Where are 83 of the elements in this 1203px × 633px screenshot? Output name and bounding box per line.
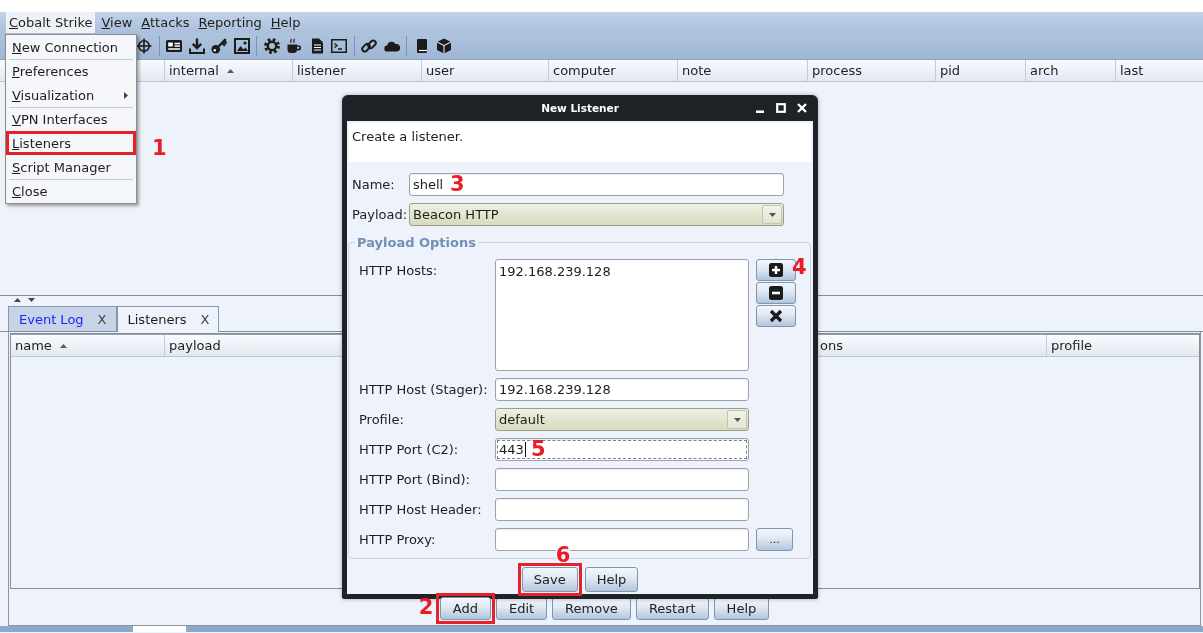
menu-bar-item[interactable]: Cobalt Strike	[6, 12, 96, 33]
tab-close-button[interactable]: X	[200, 312, 210, 327]
menu-bar-item[interactable]: View	[98, 12, 136, 33]
remove-button[interactable]	[756, 282, 796, 304]
gear-icon[interactable]	[263, 38, 280, 54]
button[interactable]: Edit	[495, 597, 548, 620]
image-icon[interactable]	[233, 38, 250, 54]
id-card-icon[interactable]	[166, 38, 182, 54]
close-icon[interactable]	[797, 103, 807, 113]
tab-close-button[interactable]: X	[97, 311, 107, 327]
button[interactable]: Add	[439, 597, 491, 620]
coffee-cup-icon[interactable]	[286, 38, 302, 54]
field-label: HTTP Port (Bind):	[359, 472, 471, 487]
menu-item[interactable]: Script Manager	[6, 155, 136, 179]
download-icon[interactable]	[188, 38, 205, 54]
collapse-up-icon[interactable]	[14, 298, 21, 302]
button[interactable]: Help	[713, 597, 770, 620]
minus-icon	[769, 286, 783, 300]
text-field[interactable]: 192.168.239.128	[495, 378, 749, 401]
text-cursor-icon	[524, 442, 526, 457]
menu-item[interactable]: Close	[6, 179, 136, 203]
annotation-number: 2	[418, 597, 434, 618]
column-header[interactable]: internal	[164, 60, 292, 81]
field-label: Name:	[351, 177, 396, 192]
x-mark-icon	[769, 309, 783, 323]
menu-item[interactable]: Listeners	[6, 131, 136, 155]
text-field[interactable]	[495, 468, 749, 491]
menu-bar-item[interactable]: Attacks	[138, 12, 193, 33]
browse-button[interactable]: ...	[756, 528, 793, 551]
key-icon[interactable]	[211, 38, 227, 54]
annotation-number: 6	[555, 548, 571, 563]
expand-down-icon[interactable]	[28, 298, 35, 302]
menu-item[interactable]: VPN Interfaces	[6, 107, 136, 131]
column-header[interactable]: profile	[1046, 335, 1199, 356]
crosshair-icon[interactable]	[136, 38, 152, 54]
sort-ascending-icon	[226, 68, 234, 73]
column-header[interactable]: user	[421, 60, 548, 81]
maximize-icon[interactable]	[776, 103, 786, 113]
annotation-number: 3	[450, 174, 465, 195]
column-header[interactable]: arch	[1025, 60, 1115, 81]
menu-bar-item[interactable]: Help	[267, 12, 304, 33]
annotation-number: 4	[792, 257, 807, 278]
terminal-icon[interactable]	[331, 38, 347, 54]
button[interactable]: Help	[584, 567, 639, 592]
field-label: Profile:	[359, 412, 405, 427]
field-label: Payload:	[351, 207, 409, 222]
column-header[interactable]: listener	[292, 60, 421, 81]
dialog-description: Create a listener.	[352, 129, 464, 144]
menu-bar-item[interactable]: Reporting	[195, 12, 265, 33]
field-label: HTTP Proxy:	[359, 532, 437, 547]
dialog-title: New Listener	[541, 102, 619, 114]
dropdown[interactable]: default	[495, 408, 749, 431]
button[interactable]: Save	[521, 567, 578, 592]
plus-icon	[769, 263, 783, 277]
column-header[interactable]: process	[807, 60, 935, 81]
column-header[interactable]: pid	[935, 60, 1025, 81]
clear-button[interactable]	[756, 305, 796, 327]
text-field[interactable]	[495, 498, 749, 521]
annotation-number: 5	[531, 439, 546, 460]
menu-item[interactable]: Preferences	[6, 59, 136, 83]
field-label: HTTP Host Header:	[359, 502, 483, 517]
tab[interactable]: Event Log X	[8, 306, 117, 331]
list-item[interactable]: 192.168.239.128	[499, 263, 745, 281]
sort-ascending-icon	[59, 343, 67, 348]
button[interactable]: Restart	[635, 597, 709, 620]
list-field[interactable]: 192.168.239.128	[495, 259, 749, 371]
column-header[interactable]: name	[11, 335, 164, 356]
tab[interactable]: Listeners X	[116, 306, 220, 332]
group-title: Payload Options	[356, 235, 477, 250]
column-header[interactable]: note	[677, 60, 807, 81]
column-header[interactable]: last	[1115, 60, 1203, 81]
menu-item[interactable]: New Connection	[6, 35, 136, 59]
field-label: HTTP Host (Stager):	[359, 382, 489, 397]
button[interactable]: Remove	[552, 597, 631, 620]
menu-item[interactable]: Visualization	[6, 83, 136, 107]
cube-icon[interactable]	[436, 38, 452, 54]
link-icon[interactable]	[361, 38, 377, 54]
field-label: HTTP Hosts:	[359, 262, 439, 280]
dropdown[interactable]: Beacon HTTP	[409, 203, 784, 226]
submenu-arrow-icon	[124, 91, 128, 99]
field-label: HTTP Port (C2):	[359, 442, 460, 457]
annotation-number: 1	[152, 138, 167, 159]
column-header[interactable]: computer	[548, 60, 677, 81]
